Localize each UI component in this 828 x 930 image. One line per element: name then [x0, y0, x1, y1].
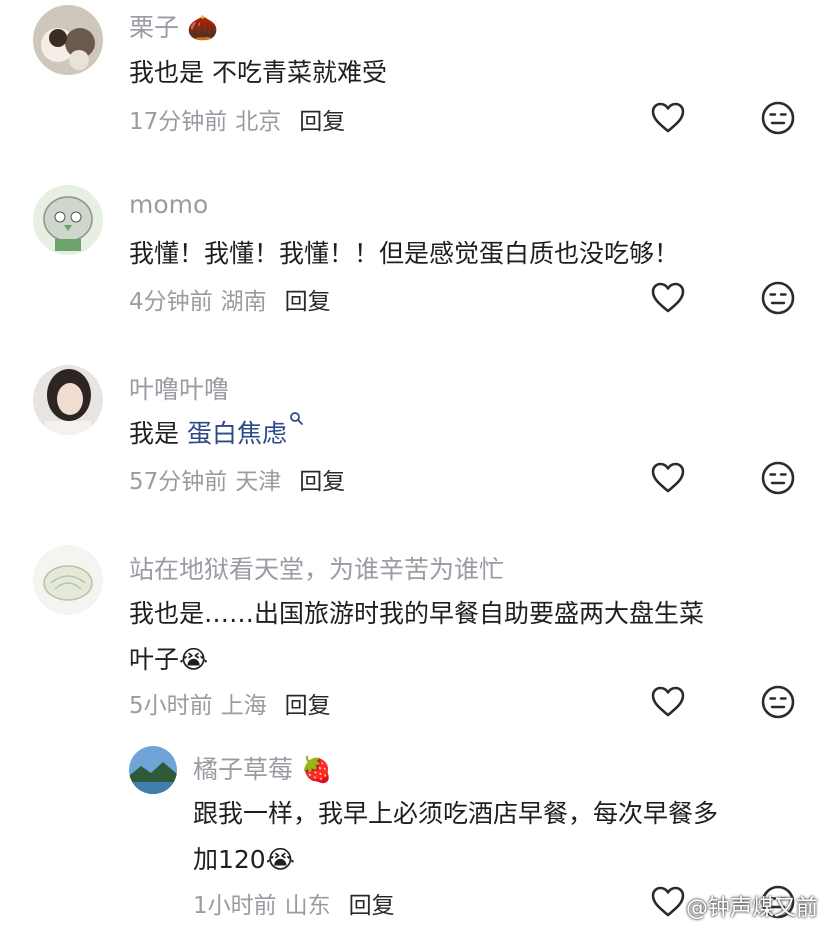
- heart-icon[interactable]: [650, 100, 686, 136]
- username-text: 栗子: [129, 13, 180, 42]
- comment-item: 站在地狱看天堂，为谁辛苦为谁忙 我也是……出国旅游时我的早餐自助要盛两大盘生菜 …: [0, 540, 828, 740]
- reply-button[interactable]: 回复: [285, 289, 331, 315]
- location: 北京: [235, 109, 282, 135]
- search-icon: [290, 412, 303, 425]
- location: 山东: [284, 893, 331, 919]
- comment-text-line: 跟我一样，我早上必须吃酒店早餐，每次早餐多: [193, 799, 719, 828]
- neutral-face-icon[interactable]: [760, 280, 796, 316]
- neutral-face-icon[interactable]: [760, 460, 796, 496]
- location: 天津: [235, 469, 282, 495]
- strawberry-emoji-icon: 🍓: [300, 755, 333, 784]
- heart-icon[interactable]: [650, 460, 686, 496]
- timestamp: 1小时前: [193, 893, 277, 919]
- comment-meta: 1小时前 山东 回复: [193, 886, 395, 920]
- crying-face-icon: 😭: [265, 845, 295, 874]
- heart-icon[interactable]: [650, 280, 686, 316]
- comment-meta: 57分钟前 天津 回复: [129, 462, 345, 496]
- hashtag-link[interactable]: 蛋白焦虑: [186, 412, 305, 448]
- watermark: @钟声煤又前: [685, 896, 818, 921]
- hashtag-text: 蛋白焦虑: [186, 419, 287, 448]
- comment-text-line: 我也是……出国旅游时我的早餐自助要盛两大盘生菜: [129, 599, 705, 628]
- reply-button[interactable]: 回复: [299, 109, 345, 135]
- comment-text: 我是 蛋白焦虑: [129, 411, 305, 457]
- comment-text-prefix: 我是: [129, 419, 187, 448]
- chestnut-emoji-icon: 🌰: [186, 13, 219, 42]
- comment-text-line: 叶子😭: [129, 637, 704, 683]
- avatar[interactable]: [33, 5, 103, 75]
- comment-item: 叶噜叶噜 我是 蛋白焦虑 57分钟前 天津 回复: [0, 360, 828, 535]
- timestamp: 57分钟前: [129, 469, 228, 495]
- comment-text: 我懂！我懂！我懂！！但是感觉蛋白质也没吃够！: [129, 239, 680, 268]
- reply-button[interactable]: 回复: [285, 693, 331, 719]
- comment-meta: 17分钟前 北京 回复: [129, 102, 345, 136]
- comment-text: 我也是 不吃青菜就难受: [129, 58, 387, 87]
- reply-button[interactable]: 回复: [299, 469, 345, 495]
- comment-text-tail: 加120: [193, 845, 266, 874]
- avatar[interactable]: [129, 746, 177, 794]
- username[interactable]: momo: [129, 190, 208, 219]
- comment-text-line: 加120😭: [193, 837, 718, 883]
- comment-text: 跟我一样，我早上必须吃酒店早餐，每次早餐多 加120😭: [193, 791, 718, 883]
- neutral-face-icon[interactable]: [760, 100, 796, 136]
- location: 上海: [220, 693, 267, 719]
- crying-face-icon: 😭: [179, 645, 209, 674]
- username[interactable]: 叶噜叶噜: [129, 370, 229, 406]
- comment-text: 我也是……出国旅游时我的早餐自助要盛两大盘生菜 叶子😭: [129, 591, 704, 683]
- avatar[interactable]: [33, 185, 103, 255]
- neutral-face-icon[interactable]: [760, 684, 796, 720]
- location: 湖南: [220, 289, 267, 315]
- comment-item: 栗子 🌰 我也是 不吃青菜就难受 17分钟前 北京 回复: [0, 0, 828, 175]
- username[interactable]: 橘子草莓 🍓: [193, 750, 332, 786]
- comment-meta: 5小时前 上海 回复: [129, 686, 331, 720]
- username-text: 橘子草莓: [193, 755, 294, 784]
- comment-item: momo 我懂！我懂！我懂！！但是感觉蛋白质也没吃够！ 4分钟前 湖南 回复: [0, 180, 828, 355]
- reply-button[interactable]: 回复: [349, 893, 395, 919]
- avatar[interactable]: [33, 545, 103, 615]
- comment-text-tail: 叶子: [129, 645, 180, 674]
- comment-meta: 4分钟前 湖南 回复: [129, 282, 331, 316]
- username[interactable]: 栗子 🌰: [129, 8, 218, 44]
- heart-icon[interactable]: [650, 684, 686, 720]
- timestamp: 4分钟前: [129, 289, 213, 315]
- heart-icon[interactable]: [650, 884, 686, 920]
- timestamp: 5小时前: [129, 693, 213, 719]
- timestamp: 17分钟前: [129, 109, 228, 135]
- username[interactable]: 站在地狱看天堂，为谁辛苦为谁忙: [129, 550, 504, 586]
- avatar[interactable]: [33, 365, 103, 435]
